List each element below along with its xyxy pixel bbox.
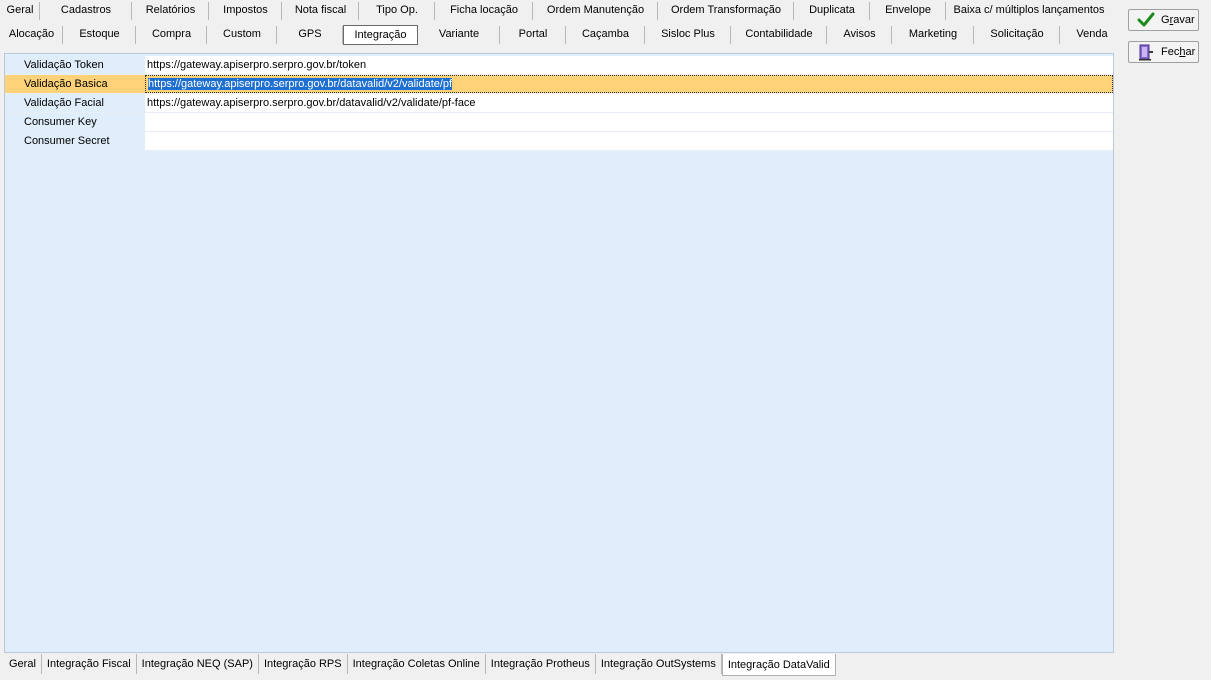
tab-contabilidade[interactable]: Contabilidade — [731, 24, 827, 44]
tab-variante[interactable]: Variante — [418, 24, 500, 44]
row-value-input[interactable]: https://gateway.apiserpro.serpro.gov.br/… — [145, 75, 1113, 93]
tab-impostos[interactable]: Impostos — [209, 0, 282, 20]
tab-geral[interactable]: Geral — [0, 0, 40, 20]
save-button[interactable]: Gravar — [1128, 9, 1199, 31]
tab-custom[interactable]: Custom — [207, 24, 277, 44]
grid-row-validacao-basica[interactable]: Validação Basica https://gateway.apiserp… — [5, 75, 1113, 94]
grid-row-consumer-key[interactable]: Consumer Key — [5, 113, 1113, 132]
tab-integracao[interactable]: Integração — [343, 25, 418, 45]
bottom-tab-integracao-coletas-online[interactable]: Integração Coletas Online — [348, 654, 486, 674]
tab-cadastros[interactable]: Cadastros — [40, 0, 132, 20]
grid-row-validacao-token[interactable]: Validação Token https://gateway.apiserpr… — [5, 56, 1113, 75]
grid-row-consumer-secret[interactable]: Consumer Secret — [5, 132, 1113, 151]
row-label: Consumer Key — [5, 113, 145, 131]
row-value-input[interactable] — [145, 132, 1113, 150]
tab-baixa-multiplos[interactable]: Baixa c/ múltiplos lançamentos — [946, 0, 1112, 20]
row-value-input[interactable]: https://gateway.apiserpro.serpro.gov.br/… — [145, 56, 1113, 74]
row-label: Consumer Secret — [5, 132, 145, 150]
tab-compra[interactable]: Compra — [136, 24, 207, 44]
tab-row-2: Alocação Estoque Compra Custom GPS Integ… — [0, 24, 1124, 46]
tab-ordem-manutencao[interactable]: Ordem Manutenção — [533, 0, 658, 20]
tab-ficha-locacao[interactable]: Ficha locação — [435, 0, 533, 20]
row-value-input[interactable] — [145, 113, 1113, 131]
tab-gps[interactable]: GPS — [277, 24, 343, 44]
door-exit-icon — [1139, 44, 1153, 61]
bottom-tab-strip: Geral Integração Fiscal Integração NEQ (… — [4, 654, 836, 676]
close-button[interactable]: Fechar — [1128, 41, 1199, 63]
tab-row-1: Geral Cadastros Relatórios Impostos Nota… — [0, 0, 1112, 22]
tab-portal[interactable]: Portal — [500, 24, 566, 44]
property-grid: Validação Token https://gateway.apiserpr… — [5, 56, 1113, 151]
row-label: Validação Basica — [5, 75, 145, 93]
tab-duplicata[interactable]: Duplicata — [794, 0, 870, 20]
property-panel: Validação Token https://gateway.apiserpr… — [4, 53, 1114, 653]
tab-venda[interactable]: Venda — [1060, 24, 1124, 44]
tab-tipo-op[interactable]: Tipo Op. — [359, 0, 435, 20]
bottom-tab-integracao-datavalid[interactable]: Integração DataValid — [721, 654, 836, 676]
top-tab-strip: Geral Cadastros Relatórios Impostos Nota… — [0, 0, 1114, 46]
tab-avisos[interactable]: Avisos — [827, 24, 892, 44]
close-button-label: Fechar — [1161, 46, 1196, 58]
row-label: Validação Facial — [5, 94, 145, 112]
save-button-label: Gravar — [1161, 14, 1195, 26]
tab-estoque[interactable]: Estoque — [63, 24, 136, 44]
tab-envelope[interactable]: Envelope — [870, 0, 946, 20]
bottom-tab-integracao-fiscal[interactable]: Integração Fiscal — [42, 654, 137, 674]
grid-row-validacao-facial[interactable]: Validação Facial https://gateway.apiserp… — [5, 94, 1113, 113]
bottom-tab-geral[interactable]: Geral — [4, 654, 42, 674]
tab-marketing[interactable]: Marketing — [892, 24, 974, 44]
tab-sisloc-plus[interactable]: Sisloc Plus — [645, 24, 731, 44]
bottom-tab-integracao-protheus[interactable]: Integração Protheus — [486, 654, 596, 674]
tab-solicitacao[interactable]: Solicitação — [974, 24, 1060, 44]
tab-ordem-transformacao[interactable]: Ordem Transformação — [658, 0, 794, 20]
bottom-tab-integracao-outsystems[interactable]: Integração OutSystems — [596, 654, 722, 674]
selected-text: https://gateway.apiserpro.serpro.gov.br/… — [148, 78, 453, 90]
bottom-tab-integracao-neq-sap[interactable]: Integração NEQ (SAP) — [137, 654, 259, 674]
checkmark-icon — [1137, 12, 1155, 27]
tab-alocacao[interactable]: Alocação — [0, 24, 63, 44]
tab-cacamba[interactable]: Caçamba — [566, 24, 645, 44]
row-label: Validação Token — [5, 56, 145, 74]
row-value-input[interactable]: https://gateway.apiserpro.serpro.gov.br/… — [145, 94, 1113, 112]
tab-relatorios[interactable]: Relatórios — [132, 0, 209, 20]
tab-nota-fiscal[interactable]: Nota fiscal — [282, 0, 359, 20]
bottom-tab-integracao-rps[interactable]: Integração RPS — [259, 654, 348, 674]
